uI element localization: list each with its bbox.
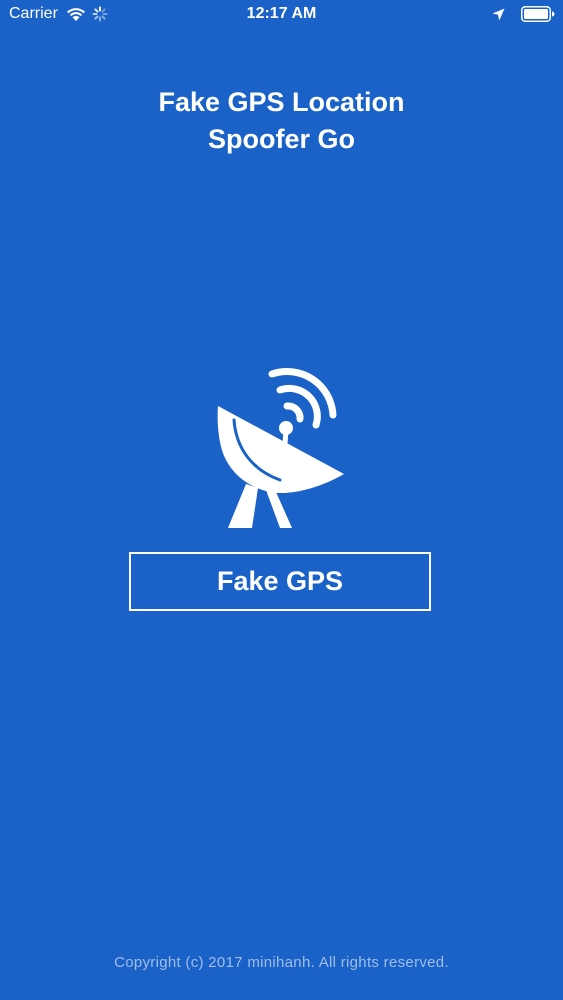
app-title: Fake GPS Location Spoofer Go xyxy=(0,84,563,158)
location-arrow-icon xyxy=(492,8,505,20)
satellite-dish-icon xyxy=(217,367,344,528)
copyright-text: Copyright (c) 2017 minihanh. All rights … xyxy=(114,954,449,971)
status-right xyxy=(492,6,555,22)
app-title-line2: Spoofer Go xyxy=(208,124,355,154)
fake-gps-button[interactable]: Fake GPS xyxy=(129,552,431,611)
app-title-line1: Fake GPS Location xyxy=(158,87,405,117)
status-bar: Carrier 12:17 AM xyxy=(0,0,563,30)
battery-icon xyxy=(521,6,555,22)
status-time: 12:17 AM xyxy=(246,5,317,22)
